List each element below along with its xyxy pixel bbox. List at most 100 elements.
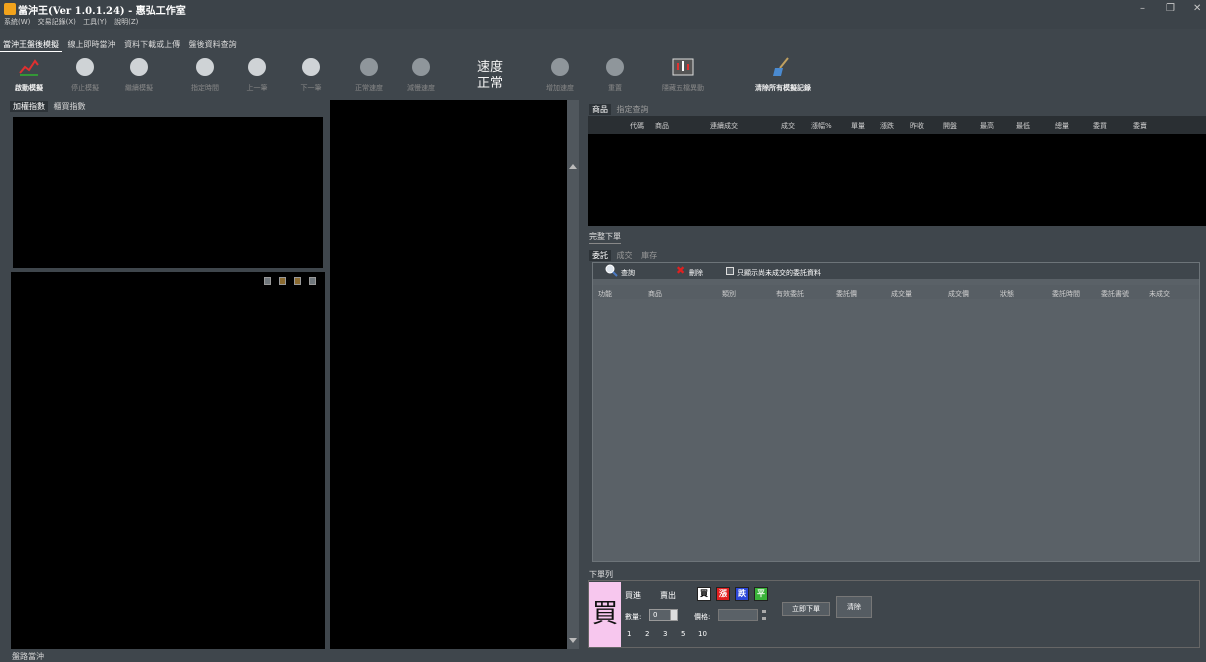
col-order-price[interactable]: 委託價 — [836, 289, 857, 299]
col-ask[interactable]: 委賣 — [1133, 121, 1147, 131]
col-bid[interactable]: 委買 — [1093, 121, 1107, 131]
tab-otc-index[interactable]: 櫃買指數 — [51, 101, 89, 112]
quick-qty-5[interactable]: 5 — [681, 630, 685, 638]
col-deal[interactable]: 成交 — [781, 121, 795, 131]
buy-button[interactable]: 買進 — [625, 590, 641, 601]
col-low[interactable]: 最低 — [1016, 121, 1030, 131]
slow-down-button[interactable]: 減慢速度 — [396, 53, 446, 98]
col-type[interactable]: 類別 — [722, 289, 736, 299]
order-tabs: 委託 成交 庫存 — [589, 250, 660, 261]
stats-icon[interactable] — [309, 277, 316, 285]
tab-inventory[interactable]: 庫存 — [638, 250, 660, 261]
price-label: 價格: — [694, 613, 711, 621]
set-time-button[interactable]: 指定時間 — [180, 53, 230, 98]
flag-buy[interactable]: 買 — [697, 587, 711, 601]
hide-five-levels-button[interactable]: 隱藏五檔異動 — [655, 53, 711, 98]
speed-up-label: 增加速度 — [546, 84, 574, 92]
quick-qty-1[interactable]: 1 — [627, 630, 631, 638]
toolbar: 啟動模擬 停止模擬 繼續模擬 指定時間 上一筆 下一筆 正常速度 減慢速度 速度… — [0, 53, 1206, 98]
speed-title: 速度 — [476, 60, 503, 75]
scroll-down-icon[interactable] — [569, 638, 577, 643]
tab-custom-query[interactable]: 指定查詢 — [614, 104, 652, 115]
reset-label: 重置 — [608, 84, 622, 92]
start-sim-button[interactable]: 啟動模擬 — [4, 53, 54, 98]
scroll-up-icon[interactable] — [569, 164, 577, 169]
stop-sim-button[interactable]: 停止模擬 — [60, 53, 110, 98]
delete-icon[interactable]: ✖ — [676, 264, 685, 277]
qty-stepper[interactable] — [670, 609, 678, 621]
only-unfilled-checkbox[interactable] — [726, 267, 734, 275]
price-stepper[interactable] — [762, 610, 766, 620]
col-volume-single[interactable]: 單量 — [851, 121, 865, 131]
order-entry-box — [588, 580, 1200, 648]
menu-help[interactable]: 說明(Z) — [114, 18, 138, 26]
col-status[interactable]: 狀態 — [1000, 289, 1014, 299]
prev-button[interactable]: 上一筆 — [232, 53, 282, 98]
col-total-volume[interactable]: 總量 — [1055, 121, 1069, 131]
list-icon[interactable] — [264, 277, 271, 285]
col-order-number[interactable]: 委託書號 — [1101, 289, 1129, 299]
tab-after-hours-sim[interactable]: 當沖王盤後模擬 — [0, 38, 62, 52]
col-function[interactable]: 功能 — [598, 289, 612, 299]
col-change-pct[interactable]: 漲幅% — [811, 121, 832, 131]
tab-weighted-index[interactable]: 加權指數 — [10, 101, 48, 112]
col-valid-orders[interactable]: 有效委託 — [776, 289, 804, 299]
menu-trade-records[interactable]: 交易記錄(X) — [38, 18, 76, 26]
resume-sim-button[interactable]: 繼續模擬 — [114, 53, 164, 98]
set-time-label: 指定時間 — [191, 84, 219, 92]
chart-icon[interactable] — [294, 277, 301, 285]
normal-speed-label: 正常速度 — [355, 84, 383, 92]
quick-qty-2[interactable]: 2 — [645, 630, 649, 638]
menu-system[interactable]: 系統(W) — [4, 18, 30, 26]
grid-icon[interactable] — [279, 277, 286, 285]
tab-data-transfer[interactable]: 資料下載或上傳 — [121, 38, 183, 51]
quick-qty-3[interactable]: 3 — [663, 630, 667, 638]
index-chart-area — [13, 117, 323, 268]
speed-up-button[interactable]: 增加速度 — [535, 53, 585, 98]
quote-tabs: 商品 指定查詢 — [589, 104, 652, 115]
reset-button[interactable]: 重置 — [590, 53, 640, 98]
sell-button[interactable]: 賣出 — [660, 590, 676, 601]
flag-limit-down[interactable]: 跌 — [735, 587, 749, 601]
arrow-left-icon — [248, 58, 266, 76]
order-group-title: 完整下單 — [589, 231, 621, 244]
submit-order-button[interactable]: 立即下單 — [782, 602, 830, 616]
search-icon[interactable] — [603, 263, 619, 277]
tab-fills[interactable]: 成交 — [614, 250, 636, 261]
delete-button[interactable]: 刪除 — [689, 268, 703, 278]
query-button[interactable]: 查詢 — [621, 268, 635, 278]
price-input[interactable] — [718, 609, 758, 621]
tab-orders[interactable]: 委託 — [589, 250, 611, 261]
maximize-button[interactable]: ❐ — [1166, 3, 1175, 14]
close-button[interactable]: ✕ — [1193, 3, 1201, 14]
col-code[interactable]: 代碼 — [630, 121, 644, 131]
col-continuous[interactable]: 連續成交 — [710, 121, 738, 131]
start-sim-label: 啟動模擬 — [15, 84, 43, 92]
stop-sim-label: 停止模擬 — [71, 84, 99, 92]
tab-products[interactable]: 商品 — [589, 104, 611, 115]
clear-order-button[interactable]: 清除 — [836, 596, 872, 618]
col-product[interactable]: 商品 — [655, 121, 669, 131]
tab-after-hours-query[interactable]: 盤後資料查詢 — [186, 38, 240, 51]
col-open[interactable]: 開盤 — [943, 121, 957, 131]
clear-records-button[interactable]: 清除所有模擬記錄 — [738, 53, 828, 98]
menu-tools[interactable]: 工具(Y) — [83, 18, 107, 26]
col-high[interactable]: 最高 — [980, 121, 994, 131]
col-unfilled[interactable]: 未成交 — [1149, 289, 1170, 299]
col-change[interactable]: 漲跌 — [880, 121, 894, 131]
col-fill-price[interactable]: 成交價 — [948, 289, 969, 299]
col-fill-qty[interactable]: 成交量 — [891, 289, 912, 299]
stop-icon — [76, 58, 94, 76]
next-button[interactable]: 下一筆 — [286, 53, 336, 98]
detail-chart-area — [11, 272, 325, 649]
flag-flat[interactable]: 平 — [754, 587, 768, 601]
middle-scrollbar[interactable] — [567, 100, 579, 649]
col-prev-close[interactable]: 昨收 — [910, 121, 924, 131]
minimize-button[interactable]: – — [1140, 3, 1145, 14]
quick-qty-10[interactable]: 10 — [698, 630, 707, 638]
flag-limit-up[interactable]: 漲 — [716, 587, 730, 601]
tab-live-daytrade[interactable]: 線上即時當沖 — [65, 38, 119, 51]
normal-speed-button[interactable]: 正常速度 — [344, 53, 394, 98]
col-order-product[interactable]: 商品 — [648, 289, 662, 299]
col-order-time[interactable]: 委託時間 — [1052, 289, 1080, 299]
